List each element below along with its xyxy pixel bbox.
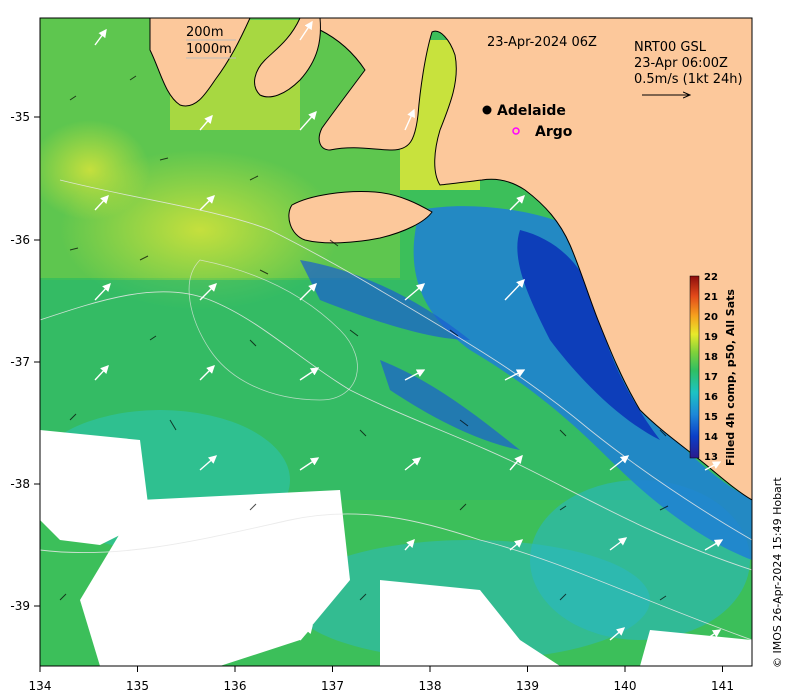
- svg-text:140: 140: [614, 679, 637, 693]
- isobath-label-1000m: 1000m: [186, 42, 232, 57]
- svg-text:21: 21: [704, 292, 718, 303]
- svg-text:18: 18: [704, 352, 718, 363]
- svg-text:134: 134: [29, 679, 52, 693]
- x-axis: 134 135 136 137 138 139 140 141: [29, 666, 734, 693]
- x-tick: 141: [711, 666, 734, 693]
- svg-text:-38: -38: [10, 477, 30, 491]
- svg-text:137: 137: [321, 679, 344, 693]
- svg-text:139: 139: [516, 679, 539, 693]
- product-line-1: NRT00 GSL: [634, 40, 707, 55]
- colorbar-ramp: [689, 275, 700, 459]
- svg-text:16: 16: [704, 392, 718, 403]
- map-plot: [40, 18, 752, 666]
- date-label: 23-Apr-2024 06Z: [487, 35, 597, 50]
- colorbar-title: Filled 4h comp, p50, All Sats: [724, 289, 737, 466]
- y-tick: -35: [10, 110, 40, 124]
- y-tick: -36: [10, 233, 40, 247]
- svg-text:135: 135: [126, 679, 149, 693]
- x-tick: 137: [321, 666, 344, 693]
- scale-arrow-label: 0.5m/s (1kt 24h): [634, 72, 743, 87]
- svg-text:138: 138: [419, 679, 442, 693]
- svg-text:19: 19: [704, 332, 718, 343]
- svg-text:Argo: Argo: [535, 124, 573, 140]
- credit-text: © IMOS 26-Apr-2024 15:49 Hobart: [771, 477, 784, 668]
- x-tick: 136: [224, 666, 247, 693]
- svg-text:15: 15: [704, 412, 718, 423]
- svg-text:-39: -39: [10, 599, 30, 613]
- isobath-label-200m: 200m: [186, 25, 223, 40]
- svg-text:13: 13: [704, 452, 718, 463]
- svg-text:141: 141: [711, 679, 734, 693]
- x-tick: 138: [419, 666, 442, 693]
- y-tick: -39: [10, 599, 40, 613]
- x-tick: 139: [516, 666, 539, 693]
- y-tick: -38: [10, 477, 40, 491]
- y-tick: -37: [10, 355, 40, 369]
- x-tick: 135: [126, 666, 149, 693]
- x-tick: 140: [614, 666, 637, 693]
- svg-text:-36: -36: [10, 233, 30, 247]
- svg-text:22: 22: [704, 272, 718, 283]
- svg-text:-37: -37: [10, 355, 30, 369]
- svg-text:Adelaide: Adelaide: [497, 103, 566, 119]
- x-tick: 134: [29, 666, 52, 693]
- adelaide-marker-icon: [482, 105, 492, 115]
- svg-text:14: 14: [704, 432, 718, 443]
- warm-plume-2: [40, 120, 150, 220]
- svg-text:136: 136: [224, 679, 247, 693]
- product-line-2: 23-Apr 06:00Z: [634, 56, 728, 71]
- y-axis: -35 -36 -37 -38 -39: [10, 110, 40, 613]
- svg-text:20: 20: [704, 312, 718, 323]
- svg-text:-35: -35: [10, 110, 30, 124]
- svg-text:17: 17: [704, 372, 718, 383]
